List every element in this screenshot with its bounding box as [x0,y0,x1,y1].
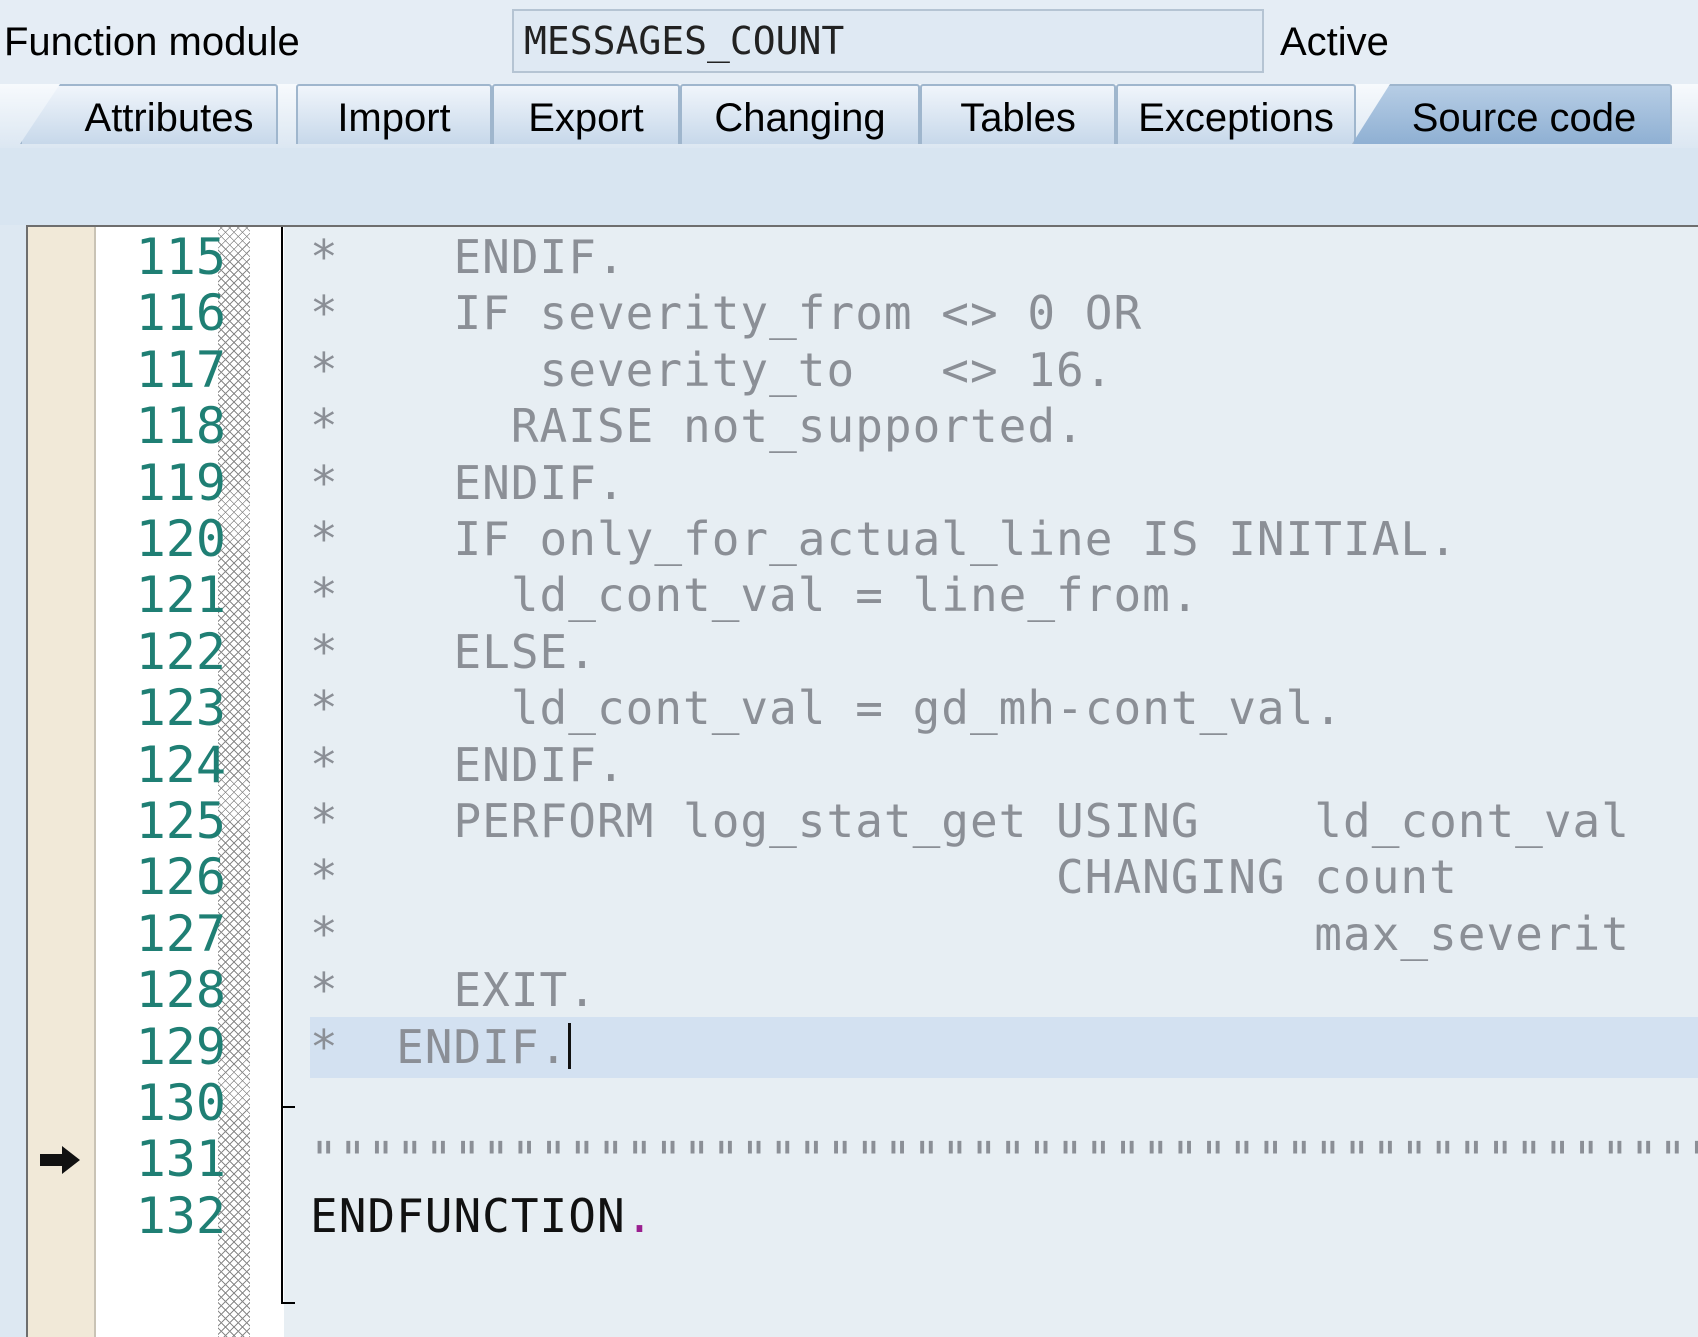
code-line[interactable]: 124 * ENDIF. [28,735,1698,796]
code-line[interactable]: 122 * ELSE. [28,622,1698,683]
code-text: """"""""""""""""""""""""""""""""""""""""… [310,1132,1698,1186]
line-number: 129 [135,1018,226,1076]
code-text: * CHANGING count [310,850,1458,904]
code-line[interactable]: 123 * ld_cont_val = gd_mh-cont_val. [28,678,1698,739]
editor-toolbar-area [0,148,1698,225]
tab-changing[interactable]: Changing [680,84,920,144]
line-number: 123 [135,679,226,737]
code-line[interactable]: 115 * ENDIF. [28,227,1698,288]
code-line[interactable]: 119 * ENDIF. [28,453,1698,514]
line-number: 125 [135,792,226,850]
code-line[interactable]: 118 * RAISE not_supported. [28,396,1698,457]
tab-attributes[interactable]: Attributes [20,84,278,144]
tab-exceptions[interactable]: Exceptions [1116,84,1356,144]
code-text: * IF only_for_actual_line IS INITIAL. [310,512,1458,566]
code-text: * IF severity_from <> 0 OR [310,286,1143,340]
code-text: * ld_cont_val = gd_mh-cont_val. [310,681,1343,735]
code-line[interactable]: 121 * ld_cont_val = line_from. [28,565,1698,626]
code-line[interactable]: 116 * IF severity_from <> 0 OR [28,283,1698,344]
code-line[interactable]: 129 * ENDIF. [28,1017,1698,1078]
code-text: * EXIT. [310,963,597,1017]
line-number: 128 [135,961,226,1019]
code-line[interactable]: 131 """""""""""""""""""""""""""""""""""""… [28,1129,1698,1190]
code-text: * ld_cont_val = line_from. [310,568,1200,622]
code-text: ENDFUNCTION. [310,1189,655,1243]
code-text: * ENDIF. [310,1017,1698,1078]
current-statement-arrow-icon [40,1146,80,1174]
line-number: 117 [135,341,226,399]
line-number: 126 [135,848,226,906]
tab-tables[interactable]: Tables [920,84,1116,144]
statement-terminator: . [625,1189,655,1243]
line-number: 118 [135,397,226,455]
code-line[interactable]: 125 * PERFORM log_stat_get USING ld_cont_… [28,791,1698,852]
status-text: Active [1280,20,1389,64]
line-number: 121 [135,566,226,624]
code-text: * max_severit [310,907,1630,961]
line-number: 116 [135,284,226,342]
line-number: 115 [135,228,226,286]
line-number: 130 [135,1074,226,1132]
code-text: * PERFORM log_stat_get USING ld_cont_val [310,794,1630,848]
code-line[interactable]: 127 * max_severit [28,904,1698,965]
code-text: * RAISE not_supported. [310,399,1085,453]
function-module-label: Function module [4,20,300,64]
line-number: 132 [135,1187,226,1245]
tab-export[interactable]: Export [492,84,680,144]
line-number: 122 [135,623,226,681]
header-bar: Function module Active [0,0,1698,84]
code-line[interactable]: 117 * severity_to <> 16. [28,340,1698,401]
code-text: * ENDIF. [310,738,626,792]
tab-import[interactable]: Import [296,84,492,144]
code-line[interactable]: 120 * IF only_for_actual_line IS INITIAL. [28,509,1698,570]
line-number: 119 [135,454,226,512]
source-code-editor[interactable]: 115 * ENDIF. 116 * IF severity_from <> 0 OR… [26,225,1698,1337]
line-number: 120 [135,510,226,568]
code-line[interactable]: 132 ENDFUNCTION. [28,1186,1698,1247]
code-text: * ENDIF. [310,456,626,510]
code-line[interactable]: 126 * CHANGING count [28,847,1698,908]
code-line[interactable]: 128 * EXIT. [28,960,1698,1021]
line-number: 127 [135,905,226,963]
tab-strip: Attributes Import Export Changing Tables… [0,84,1698,151]
code-text: * ELSE. [310,625,597,679]
line-number: 131 [135,1130,226,1188]
fold-tick [281,1302,295,1304]
line-number: 124 [135,736,226,794]
code-line[interactable]: 130 [28,1073,1698,1134]
tab-source-code[interactable]: Source code [1352,84,1672,144]
function-module-name-field[interactable] [512,9,1264,73]
code-text: * severity_to <> 16. [310,343,1114,397]
code-text: * ENDIF. [310,230,626,284]
text-cursor [568,1023,572,1069]
